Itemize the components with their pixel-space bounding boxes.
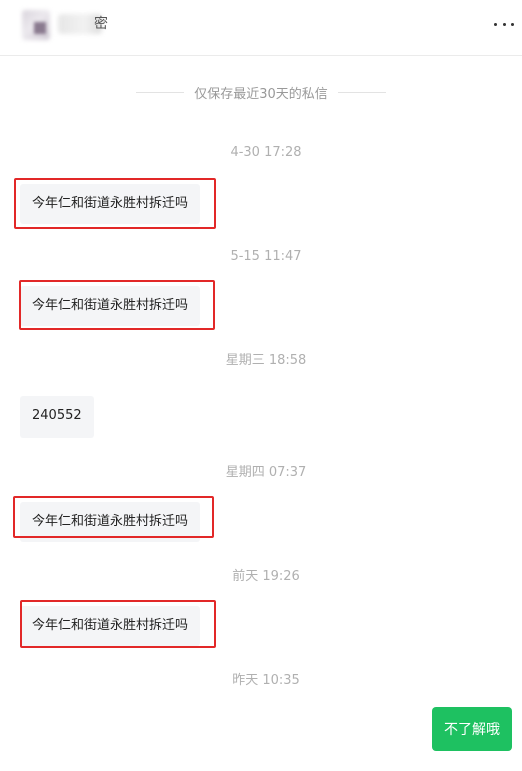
avatar-detail	[34, 22, 46, 34]
timestamp: 4-30 17:28	[230, 145, 302, 160]
timestamp: 昨天 10:35	[232, 673, 300, 688]
timestamp: 星期三 18:58	[225, 353, 307, 368]
reply-bubble[interactable]: 不了解哦	[432, 707, 512, 751]
message-bubble[interactable]: 240552	[20, 396, 94, 438]
highlight-box	[14, 178, 216, 229]
highlight-box	[20, 600, 216, 648]
divider-right	[337, 91, 386, 93]
more-horizontal-icon[interactable]	[494, 14, 514, 34]
timestamp: 前天 19:26	[232, 569, 300, 584]
retention-notice: 仅保存最近30天的私信	[0, 82, 522, 102]
contact-name-tail: 密	[94, 16, 108, 32]
reply-text: 不了解哦	[444, 722, 500, 738]
timestamp: 5-15 11:47	[230, 249, 302, 264]
timestamp: 星期四 07:37	[225, 465, 307, 480]
highlight-box	[13, 496, 214, 538]
retention-notice-text: 仅保存最近30天的私信	[194, 86, 328, 102]
divider-left	[136, 91, 185, 93]
highlight-box	[19, 280, 215, 330]
chat-header: 密	[0, 0, 522, 56]
